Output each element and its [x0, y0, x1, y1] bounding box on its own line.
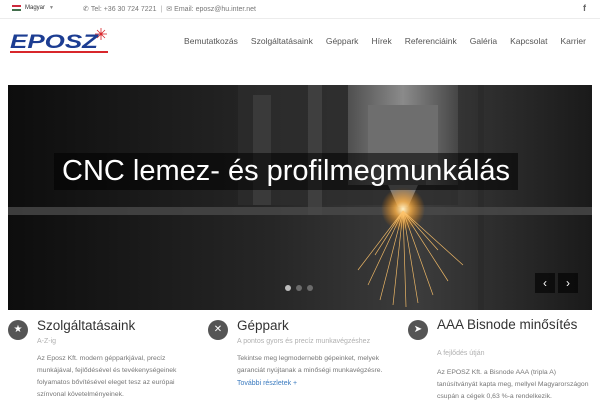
- slider-dot-1[interactable]: [285, 285, 291, 291]
- slider-next-button[interactable]: ›: [558, 273, 578, 293]
- feature-subtitle: A pontos gyors és precíz munkavégzéshez: [237, 338, 371, 345]
- main-nav: Bemutatkozás Szolgáltatásaink Géppark Hí…: [171, 36, 586, 46]
- slider-dots: [285, 285, 318, 291]
- nav-item-geppark[interactable]: Géppark: [326, 36, 359, 46]
- slider-dot-3[interactable]: [307, 285, 313, 291]
- header: EPOSZ Bemutatkozás Szolgáltatásaink Gépp…: [0, 20, 600, 64]
- feature-title[interactable]: Szolgáltatásaink: [37, 318, 135, 333]
- facebook-icon[interactable]: f: [583, 3, 586, 13]
- email-text[interactable]: Email: eposz@hu.inter.net: [174, 6, 256, 13]
- nav-item-karrier[interactable]: Karrier: [560, 36, 586, 46]
- language-selector[interactable]: Magyar ▼: [12, 5, 54, 11]
- phone-text[interactable]: Tel: +36 30 724 7221: [91, 6, 157, 13]
- feature-subtitle: A fejlődés útján: [437, 350, 485, 357]
- hero-title: CNC lemez- és profilmegmunkálás: [54, 153, 519, 190]
- feature-text: Az Eposz Kft. modern gépparkjával, precí…: [37, 355, 177, 398]
- hungarian-flag-icon: [12, 5, 21, 11]
- nav-item-szolgaltatasaink[interactable]: Szolgáltatásaink: [251, 36, 313, 46]
- slider-dot-2[interactable]: [296, 285, 302, 291]
- nav-item-bemutatkozas[interactable]: Bemutatkozás: [184, 36, 238, 46]
- contact-info: ✆ Tel: +36 30 724 7221 | ✉ Email: eposz@…: [83, 5, 256, 14]
- top-bar: Magyar ▼ ✆ Tel: +36 30 724 7221 | ✉ Emai…: [0, 0, 600, 19]
- separator: |: [160, 5, 163, 13]
- feature-title[interactable]: Géppark: [237, 318, 289, 333]
- feature-title[interactable]: AAA Bisnode minősítés: [437, 318, 587, 332]
- slider-prev-button[interactable]: ‹: [535, 273, 555, 293]
- rocket-icon: ➤: [408, 320, 428, 340]
- eposz-logo[interactable]: EPOSZ: [8, 26, 110, 56]
- logo-text: EPOSZ: [10, 32, 100, 53]
- chevron-down-icon: ▼: [49, 5, 54, 11]
- phone-icon: ✆: [83, 6, 89, 13]
- email-icon: ✉: [166, 6, 173, 13]
- hero-slider[interactable]: CNC lemez- és profilmegmunkálás ‹ ›: [8, 85, 592, 310]
- nav-item-kapcsolat[interactable]: Kapcsolat: [510, 36, 547, 46]
- feature-text: Az EPOSZ Kft. a Bisnode AAA (tripla A) t…: [437, 369, 589, 400]
- feature-subtitle: A-Z-ig: [37, 338, 57, 345]
- star-icon: ★: [8, 320, 28, 340]
- feature-text: Tekintse meg legmodernebb gépeinket, mel…: [237, 355, 383, 374]
- nav-item-referenciaink[interactable]: Referenciáink: [405, 36, 457, 46]
- language-label: Magyar: [25, 5, 46, 11]
- hero-image: [8, 85, 592, 310]
- more-details-link[interactable]: További részletek +: [237, 380, 297, 387]
- nav-item-hirek[interactable]: Hírek: [371, 36, 391, 46]
- tools-icon: ✕: [208, 320, 228, 340]
- nav-item-galeria[interactable]: Galéria: [470, 36, 497, 46]
